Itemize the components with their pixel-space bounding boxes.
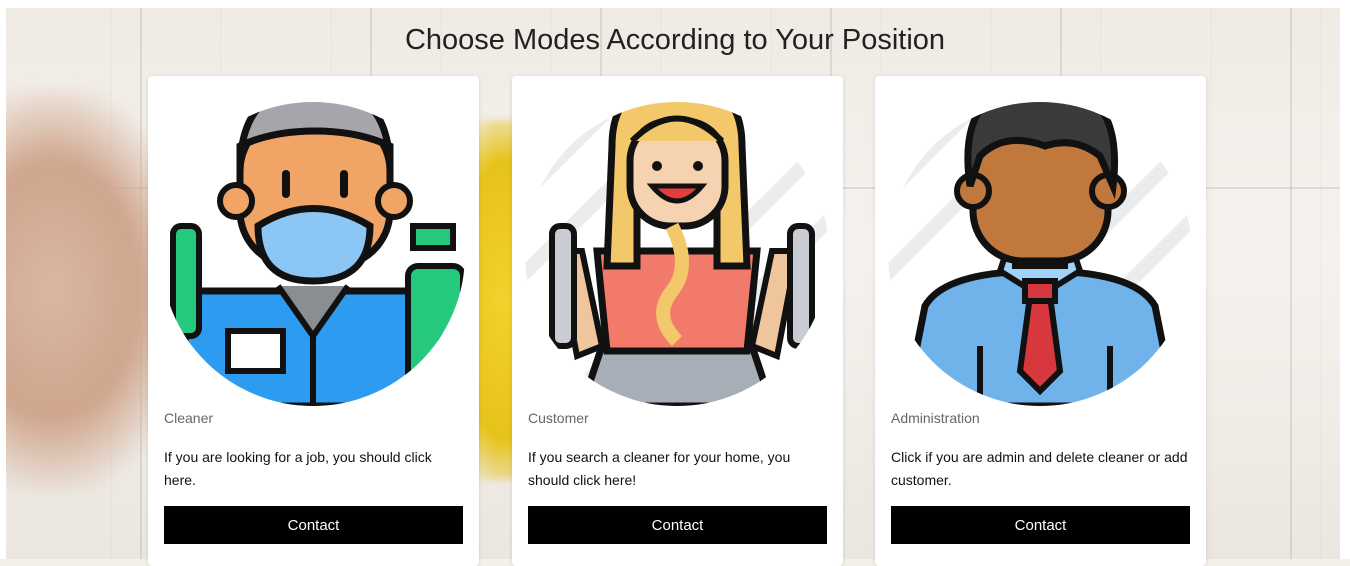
cleaner-icon bbox=[161, 102, 465, 406]
card-description: If you search a cleaner for your home, y… bbox=[528, 449, 791, 488]
page-title: Choose Modes According to Your Position bbox=[404, 24, 946, 56]
card-role: Cleaner bbox=[164, 410, 214, 426]
card-customer: Customer If you search a cleaner for you… bbox=[512, 76, 843, 566]
contact-button[interactable]: Contact bbox=[528, 506, 827, 544]
contact-button[interactable]: Contact bbox=[891, 506, 1190, 544]
admin-icon bbox=[888, 102, 1192, 406]
contact-button[interactable]: Contact bbox=[164, 506, 463, 544]
customer-icon bbox=[525, 102, 829, 406]
card-role: Customer bbox=[528, 410, 589, 426]
card-administration: Administration Click if you are admin an… bbox=[875, 76, 1206, 566]
card-cleaner: Cleaner If you are looking for a job, yo… bbox=[148, 76, 479, 566]
card-description: If you are looking for a job, you should… bbox=[164, 449, 432, 488]
card-role: Administration bbox=[891, 410, 980, 426]
card-description: Click if you are admin and delete cleane… bbox=[891, 449, 1188, 488]
